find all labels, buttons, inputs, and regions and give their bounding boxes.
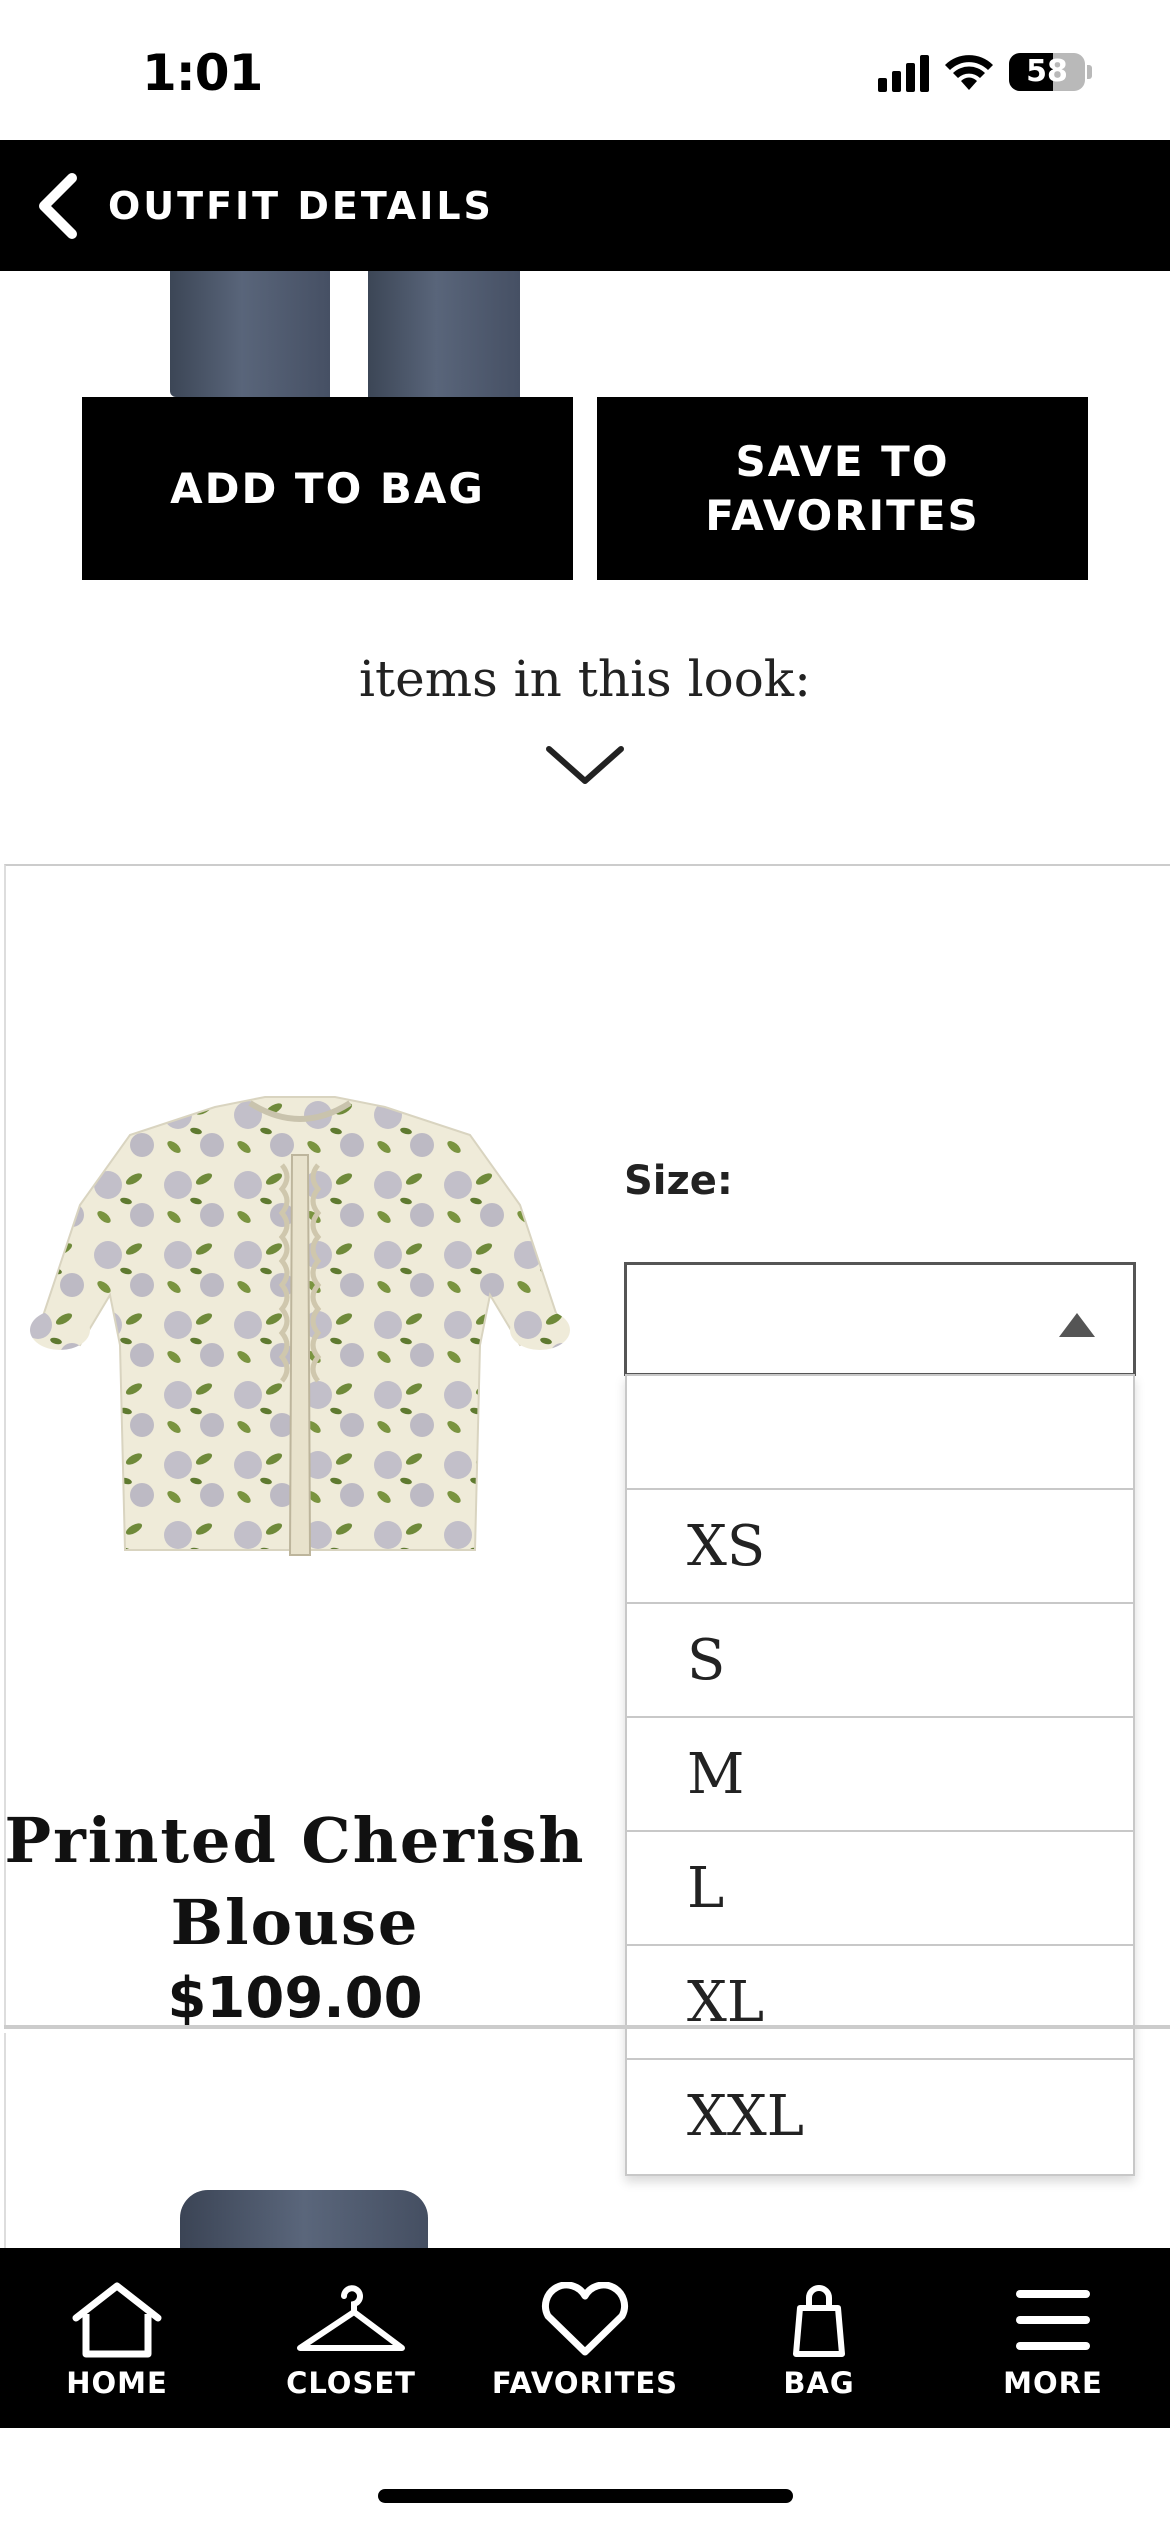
page-title: OUTFIT DETAILS bbox=[108, 184, 494, 228]
menu-icon bbox=[1016, 2290, 1090, 2350]
status-bar: 1:01 58 bbox=[0, 0, 1170, 140]
size-option[interactable]: XS bbox=[627, 1490, 1133, 1604]
product-name[interactable]: Printed Cherish Blouse bbox=[0, 1800, 590, 1964]
add-to-bag-button[interactable]: ADD TO BAG bbox=[82, 397, 573, 580]
back-chevron-icon[interactable] bbox=[32, 172, 86, 240]
add-to-bag-label: ADD TO BAG bbox=[170, 463, 485, 513]
size-option[interactable]: M bbox=[627, 1718, 1133, 1832]
tab-more[interactable]: MORE bbox=[936, 2248, 1170, 2428]
blouse-image[interactable] bbox=[20, 1095, 580, 1585]
save-to-favorites-label: SAVE TO FAVORITES bbox=[705, 436, 980, 540]
jeans-image[interactable] bbox=[180, 2190, 428, 2250]
home-indicator[interactable] bbox=[378, 2489, 793, 2503]
outfit-image bbox=[0, 271, 1170, 397]
hanger-icon bbox=[297, 2285, 405, 2351]
battery-nub bbox=[1087, 65, 1092, 79]
status-time: 1:01 bbox=[142, 44, 263, 102]
home-icon bbox=[72, 2282, 162, 2358]
cellular-signal-icon bbox=[878, 52, 929, 92]
wifi-icon bbox=[945, 55, 993, 90]
tab-label: CLOSET bbox=[286, 2366, 416, 2400]
tab-bar: HOME CLOSET FAVORITES BAG MORE bbox=[0, 2248, 1170, 2428]
size-option[interactable] bbox=[627, 1376, 1133, 1490]
heart-icon bbox=[541, 2282, 629, 2356]
nav-header: OUTFIT DETAILS bbox=[0, 140, 1170, 271]
size-option[interactable]: S bbox=[627, 1604, 1133, 1718]
size-option[interactable]: L bbox=[627, 1832, 1133, 1946]
tab-home[interactable]: HOME bbox=[0, 2248, 234, 2428]
battery-icon: 58 bbox=[1009, 53, 1085, 91]
tab-favorites[interactable]: FAVORITES bbox=[468, 2248, 702, 2428]
save-to-favorites-button[interactable]: SAVE TO FAVORITES bbox=[597, 397, 1088, 580]
status-icons: 58 bbox=[878, 52, 1092, 92]
caret-up-icon bbox=[1059, 1313, 1095, 1337]
tab-label: MORE bbox=[1003, 2366, 1103, 2400]
tab-label: FAVORITES bbox=[491, 2366, 679, 2400]
tab-closet[interactable]: CLOSET bbox=[234, 2248, 468, 2428]
chevron-down-icon[interactable] bbox=[545, 745, 625, 787]
size-label: Size: bbox=[624, 1158, 733, 1204]
tab-bag[interactable]: BAG bbox=[702, 2248, 936, 2428]
product-price: $109.00 bbox=[167, 1966, 423, 2031]
tab-label: HOME bbox=[66, 2366, 168, 2400]
items-in-look-label: items in this look: bbox=[359, 650, 811, 708]
product-card bbox=[4, 2033, 1170, 2248]
tab-label: BAG bbox=[783, 2366, 855, 2400]
card-divider bbox=[4, 2025, 1170, 2029]
bag-icon bbox=[793, 2285, 845, 2357]
size-select[interactable] bbox=[624, 1262, 1136, 1376]
battery-percent: 58 bbox=[1026, 54, 1068, 89]
